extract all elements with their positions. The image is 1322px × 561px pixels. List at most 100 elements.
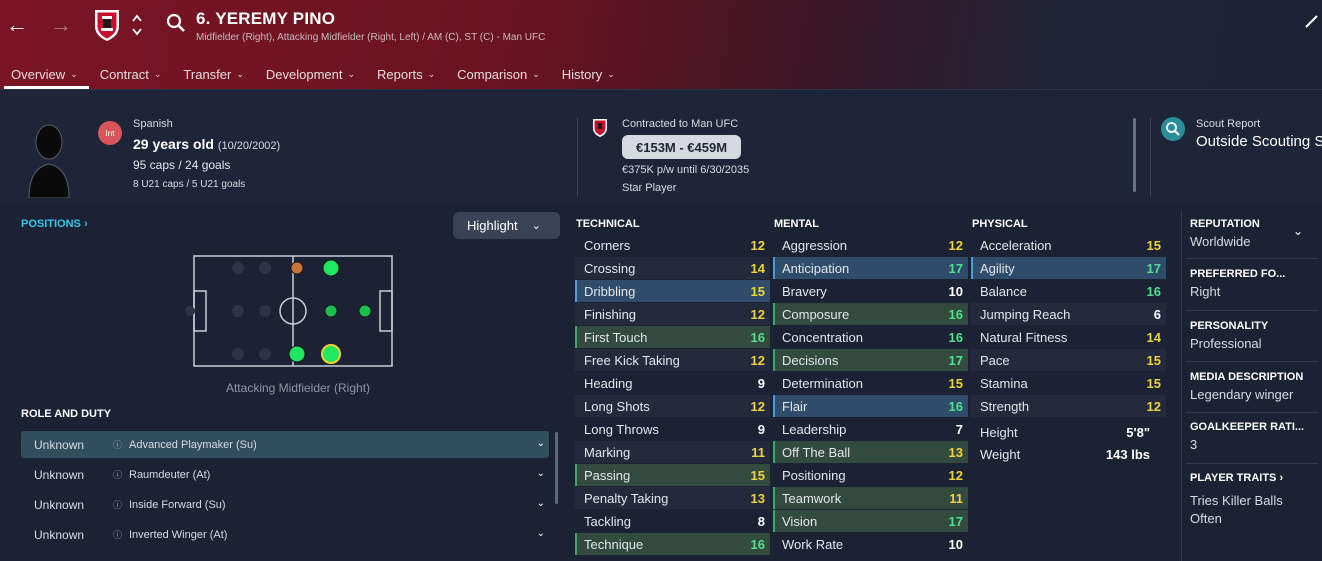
attr-off-the-ball[interactable]: Off The Ball 13 (773, 441, 968, 463)
role-duty: Unknown (34, 437, 85, 452)
chevron-down-icon[interactable]: ⌄ (537, 468, 545, 479)
role-row[interactable]: Unknown ⓘ Raumdeuter (At) ⌄ (21, 461, 549, 488)
info-icon[interactable]: ⓘ (113, 528, 129, 541)
highlight-dropdown[interactable]: Highlight ⌄ (453, 212, 560, 239)
preferred-foot-section: PREFERRED FO... Right (1190, 268, 1318, 299)
tab-contract[interactable]: Contract ⌄ (89, 60, 173, 89)
attr-value: 12 (948, 467, 963, 483)
attr-name: Anticipation (782, 260, 850, 276)
tab-history[interactable]: History ⌄ (551, 60, 626, 89)
tab-transfer[interactable]: Transfer ⌄ (172, 60, 254, 89)
role-row[interactable]: Unknown ⓘ Inverted Winger (At) ⌄ (21, 521, 549, 548)
attr-marking[interactable]: Marking 11 (575, 441, 770, 463)
chevron-down-icon: ⌄ (531, 220, 541, 232)
attr-name: Corners (584, 237, 631, 253)
switch-player-icon[interactable] (130, 10, 144, 40)
attr-strength[interactable]: Strength 12 (971, 395, 1166, 417)
attr-composure[interactable]: Composure 16 (773, 303, 968, 325)
attr-value: 15 (750, 283, 765, 299)
attr-value: 15 (1146, 352, 1161, 368)
tab-reports[interactable]: Reports ⌄ (366, 60, 446, 89)
attr-corners[interactable]: Corners 12 (575, 234, 770, 256)
attr-jumping-reach[interactable]: Jumping Reach 6 (971, 303, 1166, 325)
attr-tackling[interactable]: Tackling 8 (575, 510, 770, 532)
attr-value: 15 (750, 467, 765, 483)
attr-pace[interactable]: Pace 15 (971, 349, 1166, 371)
scout-report-icon[interactable] (1161, 117, 1185, 141)
attr-first-touch[interactable]: First Touch 16 (575, 326, 770, 348)
attr-value: 10 (948, 536, 963, 552)
technical-title: TECHNICAL (576, 218, 640, 230)
role-row[interactable]: Unknown ⓘ Advanced Playmaker (Su) ⌄ (21, 431, 549, 458)
attr-finishing[interactable]: Finishing 12 (575, 303, 770, 325)
attr-technique[interactable]: Technique 16 (575, 533, 770, 555)
positions-header[interactable]: POSITIONS › (21, 218, 88, 230)
attr-leadership[interactable]: Leadership 7 (773, 418, 968, 440)
info-icon[interactable]: ⓘ (113, 438, 129, 451)
attr-free-kick-taking[interactable]: Free Kick Taking 12 (575, 349, 770, 371)
scout-report-value[interactable]: Outside Scouting Scope (1196, 133, 1322, 150)
attr-name: Aggression (782, 237, 848, 253)
chevron-down-icon[interactable]: ⌄ (537, 528, 545, 539)
info-scrollbar[interactable] (1133, 118, 1136, 192)
height-value: 5'8" (1126, 424, 1150, 440)
contract-club: Contracted to Man UFC (622, 118, 739, 130)
attr-aggression[interactable]: Aggression 12 (773, 234, 968, 256)
international-badge: Int (98, 121, 122, 145)
chevron-down-icon[interactable]: ⌄ (537, 498, 545, 509)
attr-agility[interactable]: Agility 17 (971, 257, 1166, 279)
club-crest-small-icon (593, 119, 607, 137)
attr-long-throws[interactable]: Long Throws 9 (575, 418, 770, 440)
role-row[interactable]: Unknown ⓘ Inside Forward (Su) ⌄ (21, 491, 549, 518)
attr-anticipation[interactable]: Anticipation 17 (773, 257, 968, 279)
edit-icon[interactable] (1304, 14, 1318, 28)
attr-decisions[interactable]: Decisions 17 (773, 349, 968, 371)
chevron-down-icon: ⌄ (427, 69, 436, 79)
attr-name: Off The Ball (782, 444, 851, 460)
attr-penalty-taking[interactable]: Penalty Taking 13 (575, 487, 770, 509)
role-name: Inverted Winger (At) (129, 528, 228, 541)
tab-development[interactable]: Development ⌄ (255, 60, 366, 89)
tab-comparison[interactable]: Comparison ⌄ (446, 60, 551, 89)
info-icon[interactable]: ⓘ (113, 468, 129, 481)
attr-balance[interactable]: Balance 16 (971, 280, 1166, 302)
u21-caps-goals: 8 U21 caps / 5 U21 goals (133, 179, 246, 190)
player-traits-section[interactable]: PLAYER TRAITS › Tries Killer Balls Often (1190, 472, 1318, 528)
attr-passing[interactable]: Passing 15 (575, 464, 770, 486)
attr-value: 13 (948, 444, 963, 460)
attr-heading[interactable]: Heading 9 (575, 372, 770, 394)
search-icon[interactable] (165, 12, 187, 34)
attr-stamina[interactable]: Stamina 15 (971, 372, 1166, 394)
attr-acceleration[interactable]: Acceleration 15 (971, 234, 1166, 256)
attr-teamwork[interactable]: Teamwork 11 (773, 487, 968, 509)
attr-work-rate[interactable]: Work Rate 10 (773, 533, 968, 555)
attr-vision[interactable]: Vision 17 (773, 510, 968, 532)
attr-positioning[interactable]: Positioning 12 (773, 464, 968, 486)
attr-flair[interactable]: Flair 16 (773, 395, 968, 417)
role-list-scrollbar[interactable] (555, 432, 558, 504)
tab-overview[interactable]: Overview ⌄ (0, 60, 89, 89)
attr-long-shots[interactable]: Long Shots 12 (575, 395, 770, 417)
attr-value: 6 (1153, 306, 1161, 322)
attr-bravery[interactable]: Bravery 10 (773, 280, 968, 302)
attr-dribbling[interactable]: Dribbling 15 (575, 280, 770, 302)
transfer-value[interactable]: €153M - €459M (622, 135, 742, 159)
club-crest-icon[interactable] (93, 8, 121, 42)
attr-natural-fitness[interactable]: Natural Fitness 14 (971, 326, 1166, 348)
goalkeeper-rating-value: 3 (1190, 437, 1198, 452)
section-divider (1186, 310, 1318, 311)
attr-value: 12 (750, 398, 765, 414)
attr-crossing[interactable]: Crossing 14 (575, 257, 770, 279)
height-label: Height (980, 424, 1018, 440)
player-traits-title: PLAYER TRAITS › (1190, 472, 1284, 484)
player-traits-value: Tries Killer Balls Often (1190, 493, 1283, 526)
forward-arrow-icon[interactable]: → (48, 12, 74, 38)
back-arrow-icon[interactable]: ← (4, 12, 30, 38)
info-icon[interactable]: ⓘ (113, 498, 129, 511)
attr-determination[interactable]: Determination 15 (773, 372, 968, 394)
attr-concentration[interactable]: Concentration 16 (773, 326, 968, 348)
chevron-down-icon[interactable]: ⌄ (537, 438, 545, 449)
role-name: Advanced Playmaker (Su) (129, 438, 257, 451)
nationality: Spanish (133, 118, 173, 130)
chevron-down-icon[interactable]: ⌄ (1293, 224, 1303, 238)
